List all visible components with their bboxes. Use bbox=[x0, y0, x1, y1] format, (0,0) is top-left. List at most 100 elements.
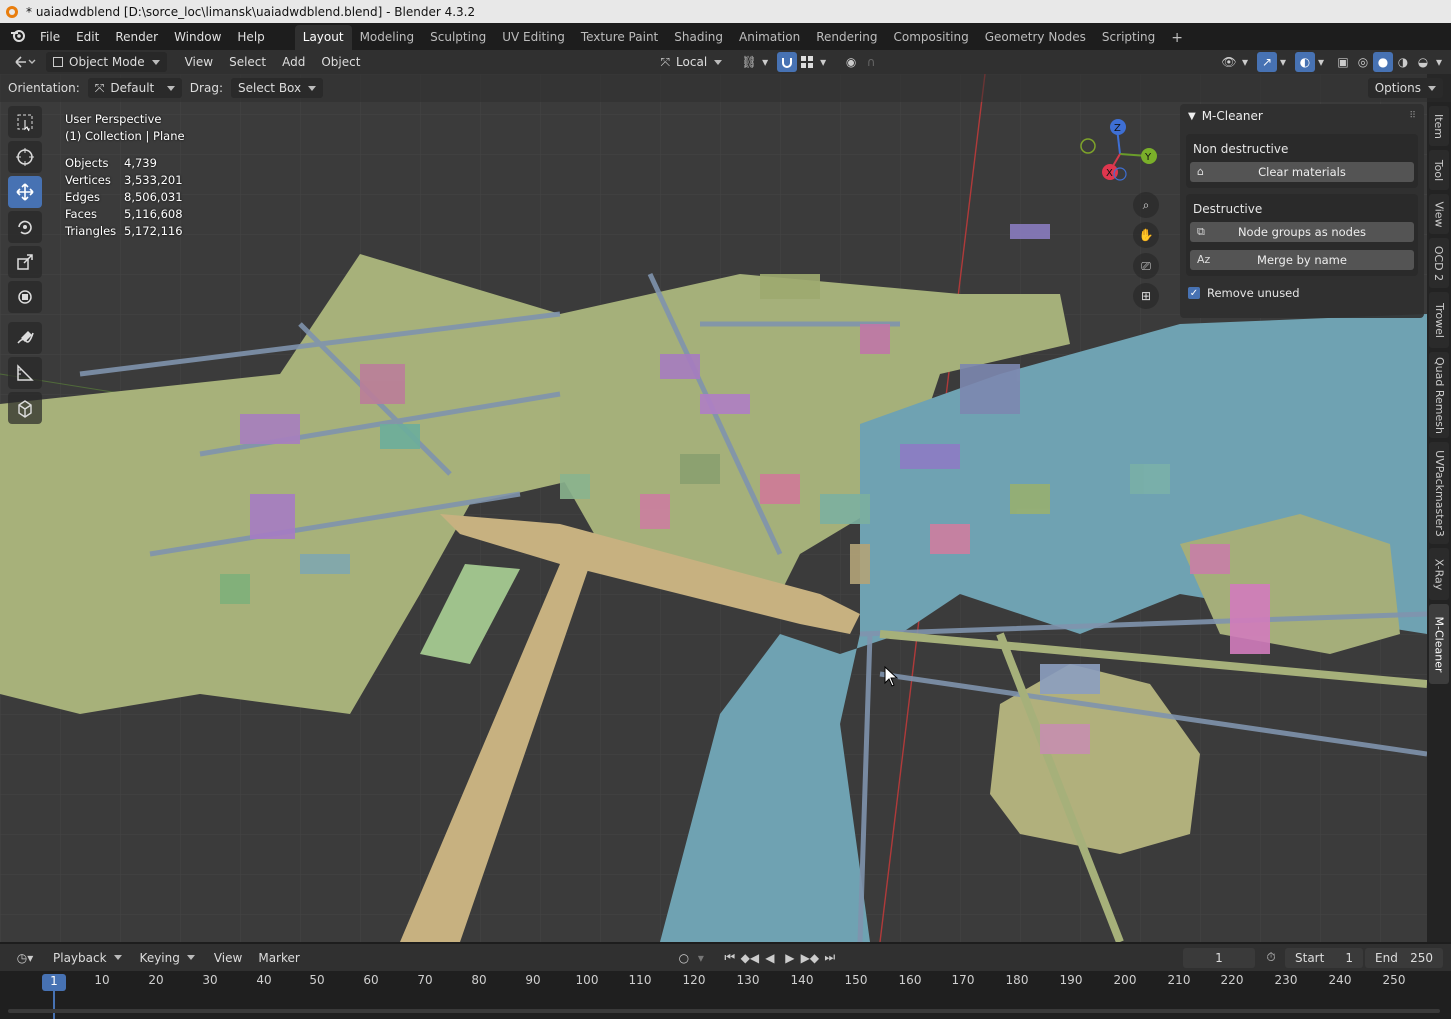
end-frame-field[interactable]: End 250 bbox=[1365, 947, 1443, 968]
cursor-tool-icon[interactable] bbox=[8, 141, 42, 173]
scale-tool-icon[interactable] bbox=[8, 246, 42, 278]
chevron-down-icon[interactable]: ▾ bbox=[1315, 52, 1327, 72]
tab-uv-editing[interactable]: UV Editing bbox=[494, 25, 573, 50]
timeline-body[interactable]: 1 10 20 30 40 50 60 70 80 90 100 110 120… bbox=[0, 971, 1451, 1019]
jump-start-icon[interactable]: ⏮ bbox=[720, 948, 740, 968]
sidebar-tab-item[interactable]: Item bbox=[1429, 106, 1449, 146]
menu-help[interactable]: Help bbox=[229, 30, 272, 44]
viewport-header: Object Mode View Select Add Object ⤧ Loc… bbox=[0, 50, 1451, 74]
measure-tool-icon[interactable] bbox=[8, 357, 42, 389]
zoom-view-icon[interactable]: ⌕ bbox=[1133, 192, 1159, 218]
falloff-curve-icon[interactable]: ∩ bbox=[861, 52, 881, 72]
auto-keying-icon[interactable]: ○ bbox=[674, 948, 694, 968]
tab-compositing[interactable]: Compositing bbox=[885, 25, 976, 50]
sidebar-tab-view[interactable]: View bbox=[1429, 194, 1449, 234]
perspective-toggle-icon[interactable]: ⊞ bbox=[1133, 283, 1159, 309]
transform-pivot-dropdown[interactable]: ⤧ Local bbox=[653, 52, 729, 72]
pan-view-icon[interactable]: ✋ bbox=[1133, 222, 1159, 248]
play-reverse-icon[interactable]: ◀ bbox=[760, 948, 780, 968]
wireframe-shading-icon[interactable]: ◎ bbox=[1353, 52, 1373, 72]
sidebar-tab-m-cleaner[interactable]: M-Cleaner bbox=[1429, 604, 1449, 684]
play-icon[interactable]: ▶ bbox=[780, 948, 800, 968]
view-menu[interactable]: View bbox=[177, 55, 221, 69]
timeline-scrollbar[interactable] bbox=[8, 1009, 1440, 1013]
merge-by-name-button[interactable]: Aᴢ Merge by name bbox=[1190, 250, 1414, 270]
tab-texture-paint[interactable]: Texture Paint bbox=[573, 25, 666, 50]
keying-dropdown[interactable]: Keying bbox=[133, 948, 202, 968]
chevron-down-icon[interactable]: ▾ bbox=[1239, 52, 1251, 72]
playhead-frame[interactable]: 1 bbox=[42, 974, 66, 991]
jump-end-icon[interactable]: ⏭ bbox=[820, 948, 840, 968]
chevron-down-icon[interactable]: ▾ bbox=[1277, 52, 1289, 72]
timeline-header: ◷▾ Playback Keying View Marker ○ ▾ ⏮ ◆◀ … bbox=[0, 944, 1451, 971]
menu-file[interactable]: File bbox=[32, 30, 68, 44]
add-cube-tool-icon[interactable] bbox=[8, 392, 42, 424]
object-mode-dropdown[interactable]: Object Mode bbox=[46, 52, 167, 72]
overlays-toggle-icon[interactable]: ◐ bbox=[1295, 52, 1315, 72]
menu-render[interactable]: Render bbox=[107, 30, 166, 44]
proportional-editing-icon[interactable]: ◉ bbox=[841, 52, 861, 72]
annotate-tool-icon[interactable] bbox=[8, 322, 42, 354]
sidebar-tab-trowel[interactable]: Trowel bbox=[1429, 292, 1449, 348]
tab-modeling[interactable]: Modeling bbox=[352, 25, 423, 50]
menu-edit[interactable]: Edit bbox=[68, 30, 107, 44]
solid-shading-icon[interactable]: ● bbox=[1373, 52, 1393, 72]
chevron-down-icon[interactable]: ▾ bbox=[1433, 52, 1445, 72]
chevron-down-icon[interactable]: ▾ bbox=[817, 52, 829, 72]
timeline-view-menu[interactable]: View bbox=[206, 951, 250, 965]
move-tool-icon[interactable] bbox=[8, 176, 42, 208]
select-menu[interactable]: Select bbox=[221, 55, 274, 69]
drag-value: Select Box bbox=[237, 81, 302, 95]
select-box-tool-icon[interactable] bbox=[8, 106, 42, 138]
next-keyframe-icon[interactable]: ▶◆ bbox=[800, 948, 820, 968]
blender-menu-icon[interactable] bbox=[0, 28, 32, 45]
rendered-shading-icon[interactable]: ◒ bbox=[1413, 52, 1433, 72]
tab-geometry-nodes[interactable]: Geometry Nodes bbox=[977, 25, 1094, 50]
sidebar-tab-quad-remesh[interactable]: Quad Remesh bbox=[1429, 352, 1449, 438]
orientation-dropdown[interactable]: ⤧ Default bbox=[87, 78, 182, 98]
chevron-down-icon[interactable]: ▾ bbox=[759, 52, 771, 72]
prev-keyframe-icon[interactable]: ◆◀ bbox=[740, 948, 760, 968]
xray-toggle-icon[interactable]: ▣ bbox=[1333, 52, 1353, 72]
non-destructive-section: Non destructive ⌂ Clear materials bbox=[1186, 134, 1418, 188]
node-groups-as-nodes-button[interactable]: ⧉ Node groups as nodes bbox=[1190, 222, 1414, 242]
sidebar-tab-xray[interactable]: X-Ray bbox=[1429, 548, 1449, 600]
timeline-marker-menu[interactable]: Marker bbox=[250, 951, 307, 965]
add-workspace-button[interactable]: + bbox=[1163, 26, 1191, 50]
clear-materials-button[interactable]: ⌂ Clear materials bbox=[1190, 162, 1414, 182]
object-menu[interactable]: Object bbox=[313, 55, 368, 69]
tab-shading[interactable]: Shading bbox=[666, 25, 731, 50]
tab-scripting[interactable]: Scripting bbox=[1094, 25, 1163, 50]
tab-rendering[interactable]: Rendering bbox=[808, 25, 885, 50]
material-shading-icon[interactable]: ◑ bbox=[1393, 52, 1413, 72]
tab-layout[interactable]: Layout bbox=[294, 25, 352, 50]
drag-dropdown[interactable]: Select Box bbox=[230, 78, 324, 98]
gizmo-toggle-icon[interactable]: ↗ bbox=[1257, 52, 1277, 72]
playback-dropdown[interactable]: Playback bbox=[46, 948, 129, 968]
navigation-gizmo[interactable]: Z Y X bbox=[1080, 116, 1160, 196]
timeline-editor-icon[interactable]: ◷▾ bbox=[10, 948, 40, 968]
snap-target-icon[interactable]: ⛓ bbox=[739, 52, 759, 72]
menu-window[interactable]: Window bbox=[166, 30, 229, 44]
chevron-down-icon[interactable]: ▾ bbox=[694, 948, 708, 968]
visibility-eye-icon[interactable]: 👁 bbox=[1219, 52, 1239, 72]
panel-header[interactable]: ▼ M-Cleaner ⠿ bbox=[1180, 104, 1424, 128]
tab-animation[interactable]: Animation bbox=[731, 25, 808, 50]
sidebar-tab-tool[interactable]: Tool bbox=[1429, 150, 1449, 190]
add-menu[interactable]: Add bbox=[274, 55, 313, 69]
tab-sculpting[interactable]: Sculpting bbox=[422, 25, 494, 50]
snap-grid-icon[interactable] bbox=[797, 52, 817, 72]
drag-handle-icon[interactable]: ⠿ bbox=[1409, 111, 1416, 121]
editor-type-icon[interactable] bbox=[10, 52, 40, 72]
transform-tool-icon[interactable] bbox=[8, 281, 42, 313]
sidebar-tab-uvpackmaster3[interactable]: UVPackmaster3 bbox=[1429, 442, 1449, 544]
stopwatch-icon[interactable]: ⏱ bbox=[1261, 948, 1281, 968]
remove-unused-checkbox[interactable]: ✓ Remove unused bbox=[1188, 286, 1424, 300]
rotate-tool-icon[interactable] bbox=[8, 211, 42, 243]
options-dropdown[interactable]: Options bbox=[1367, 78, 1443, 98]
camera-view-icon[interactable]: ⎚ bbox=[1133, 253, 1159, 279]
current-frame-field[interactable]: 1 bbox=[1183, 947, 1255, 968]
snap-toggle-icon[interactable] bbox=[777, 52, 798, 72]
start-frame-field[interactable]: Start 1 bbox=[1285, 947, 1363, 968]
sidebar-tab-ocd2[interactable]: OCD 2 bbox=[1429, 238, 1449, 288]
